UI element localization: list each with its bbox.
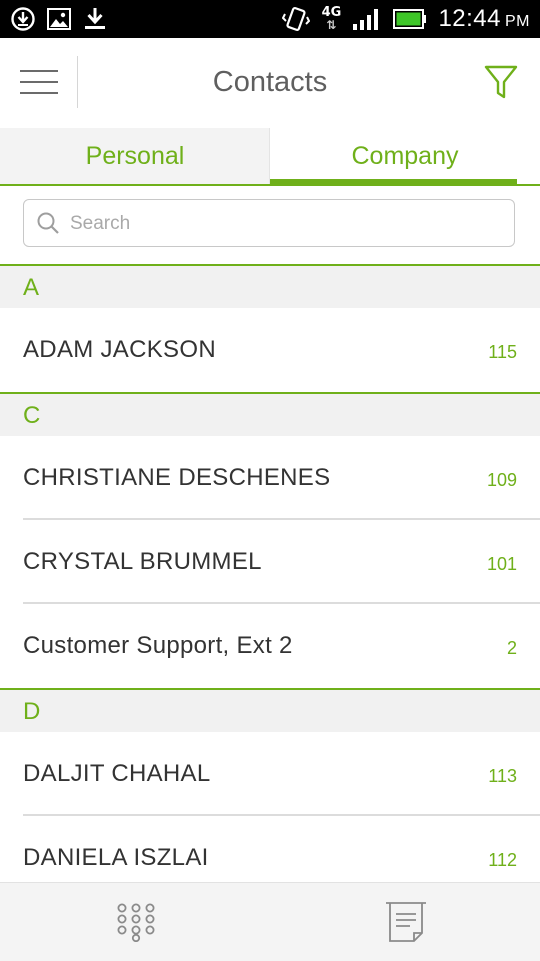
download-icon	[85, 8, 105, 29]
contact-extension: 109	[486, 470, 517, 490]
section-header-c: C	[0, 392, 540, 436]
app-header: Contacts	[0, 38, 540, 128]
vibrate-icon	[282, 7, 311, 31]
contact-name: CHRISTIANE DESCHENES	[23, 464, 331, 491]
list-item[interactable]: CRYSTAL BRUMMEL 101	[0, 520, 540, 604]
list-item[interactable]: DANIELA ISZLAI 112	[0, 816, 540, 882]
page-title: Contacts	[212, 66, 328, 98]
search-icon	[37, 212, 59, 234]
image-icon	[47, 8, 71, 30]
tab-personal[interactable]: Personal	[0, 128, 270, 184]
contact-name: DALJIT CHAHAL	[23, 760, 211, 787]
battery-icon	[393, 9, 427, 29]
search-input[interactable]	[68, 200, 502, 248]
contact-name: DANIELA ISZLAI	[23, 844, 209, 871]
network-type: 4G ⇅	[321, 5, 342, 32]
contact-name: Customer Support, Ext 2	[23, 632, 293, 659]
signal-icon	[353, 9, 379, 30]
contact-list[interactable]: A ADAM JACKSON 115 C CHRISTIANE DESCHENE…	[0, 264, 540, 882]
contact-name: CRYSTAL BRUMMEL	[23, 548, 262, 575]
contact-name: ADAM JACKSON	[23, 336, 216, 363]
section-header-a: A	[0, 264, 540, 308]
contact-extension: 113	[488, 766, 517, 786]
notes-icon[interactable]	[384, 900, 428, 944]
filter-icon[interactable]	[484, 64, 518, 100]
section-header-d: D	[0, 688, 540, 732]
contact-extension: 101	[486, 554, 517, 574]
search-box	[23, 199, 515, 248]
contact-extension: 112	[488, 850, 517, 870]
contact-extension: 115	[488, 342, 517, 362]
list-item[interactable]: CHRISTIANE DESCHENES 109	[0, 436, 540, 520]
dialpad-icon[interactable]	[116, 902, 156, 942]
bottom-toolbar	[0, 882, 540, 961]
download-circle-icon	[11, 7, 35, 31]
tab-divider	[269, 128, 270, 184]
status-time: 12:44 PM	[438, 5, 530, 32]
tab-company[interactable]: Company	[270, 128, 540, 184]
list-item[interactable]: Customer Support, Ext 2 2	[0, 604, 540, 688]
contact-extension: 2	[506, 638, 517, 658]
list-item[interactable]: ADAM JACKSON 115	[0, 308, 540, 392]
tab-bar: Personal Company	[0, 128, 540, 186]
status-bar: 4G ⇅ 12:44 PM	[0, 0, 540, 38]
list-item[interactable]: DALJIT CHAHAL 113	[0, 732, 540, 816]
